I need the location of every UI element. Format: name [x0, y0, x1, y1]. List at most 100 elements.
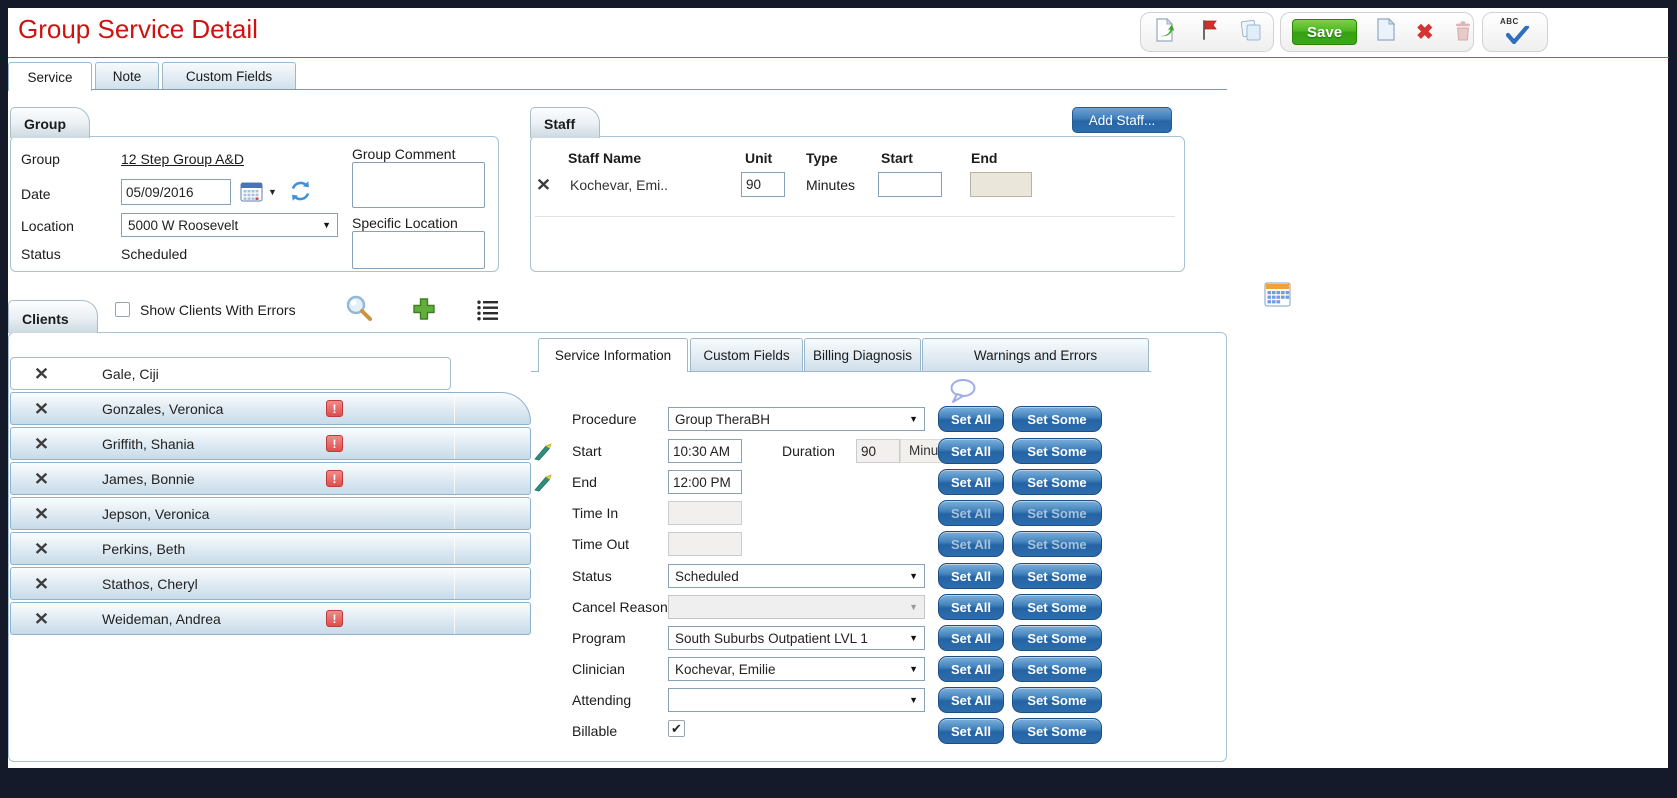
- set-all-clinician-button[interactable]: Set All: [938, 656, 1004, 682]
- tab-custom-fields[interactable]: Custom Fields: [162, 62, 296, 90]
- set-some-clinician-button[interactable]: Set Some: [1012, 656, 1102, 682]
- date-label: Date: [21, 186, 51, 202]
- billable-label: Billable: [572, 723, 617, 739]
- client-name: James, Bonnie: [102, 471, 195, 487]
- duration-label: Duration: [782, 443, 835, 459]
- set-all-billable-button[interactable]: Set All: [938, 718, 1004, 744]
- specific-location-textarea[interactable]: [352, 231, 485, 269]
- client-row[interactable]: ✕ Jepson, Veronica !: [10, 497, 531, 530]
- comment-bubble-icon[interactable]: [948, 378, 978, 410]
- set-all-attending-button[interactable]: Set All: [938, 687, 1004, 713]
- start-time-input[interactable]: [668, 439, 742, 463]
- staff-start-input[interactable]: [878, 172, 942, 197]
- tab-warnings-and-errors[interactable]: Warnings and Errors: [922, 338, 1149, 371]
- staff-name: Kochevar, Emi..: [570, 177, 668, 193]
- remove-client-icon[interactable]: ✕: [34, 610, 49, 627]
- remove-client-icon[interactable]: ✕: [34, 470, 49, 487]
- group-name-link[interactable]: 12 Step Group A&D: [121, 151, 244, 167]
- remove-client-icon[interactable]: ✕: [34, 540, 49, 557]
- program-select[interactable]: South Suburbs Outpatient LVL 1 ▼: [668, 626, 925, 650]
- location-label: Location: [21, 218, 74, 234]
- time-in-label: Time In: [572, 505, 618, 521]
- set-all-end-button[interactable]: Set All: [938, 469, 1004, 495]
- tab-service-information[interactable]: Service Information: [538, 338, 688, 372]
- client-row[interactable]: ✕ Gale, Ciji !: [10, 357, 451, 390]
- staff-row-divider: [535, 216, 1175, 217]
- client-name: Perkins, Beth: [102, 541, 185, 557]
- save-button[interactable]: Save: [1292, 19, 1357, 45]
- error-icon: !: [326, 435, 343, 452]
- set-some-billable-button[interactable]: Set Some: [1012, 718, 1102, 744]
- client-row[interactable]: ✕ Perkins, Beth !: [10, 532, 531, 565]
- staff-unit-input[interactable]: [741, 172, 785, 197]
- set-some-start-button[interactable]: Set Some: [1012, 438, 1102, 464]
- time-out-label: Time Out: [572, 536, 629, 552]
- grid-calendar-icon[interactable]: [1264, 282, 1291, 312]
- set-some-status-button[interactable]: Set Some: [1012, 563, 1102, 589]
- client-row[interactable]: ✕ Griffith, Shania !: [10, 427, 531, 460]
- error-icon: !: [326, 470, 343, 487]
- chevron-down-icon: ▼: [909, 664, 918, 674]
- remove-client-icon[interactable]: ✕: [34, 365, 49, 382]
- client-name: Gale, Ciji: [102, 366, 159, 382]
- show-errors-checkbox[interactable]: ✔: [115, 302, 130, 317]
- procedure-label: Procedure: [572, 411, 637, 427]
- client-name: Weideman, Andrea: [102, 611, 221, 627]
- set-all-program-button[interactable]: Set All: [938, 625, 1004, 651]
- client-row[interactable]: ✕ Stathos, Cheryl !: [10, 567, 531, 600]
- remove-client-icon[interactable]: ✕: [34, 575, 49, 592]
- red-flag-icon[interactable]: [1196, 17, 1220, 48]
- clinician-select[interactable]: Kochevar, Emilie ▼: [668, 657, 925, 681]
- error-icon: !: [326, 610, 343, 627]
- tab-service[interactable]: Service: [8, 62, 92, 91]
- list-icon[interactable]: [475, 298, 501, 327]
- set-all-status-button[interactable]: Set All: [938, 563, 1004, 589]
- remove-client-icon[interactable]: ✕: [34, 505, 49, 522]
- set-all-cancel-reason-button[interactable]: Set All: [938, 594, 1004, 620]
- client-row[interactable]: ✕ Weideman, Andrea !: [10, 602, 531, 635]
- end-time-input[interactable]: [668, 470, 742, 494]
- attending-select[interactable]: ▼: [668, 688, 925, 712]
- calendar-icon[interactable]: [240, 181, 263, 207]
- status-select[interactable]: Scheduled ▼: [668, 564, 925, 588]
- spell-check-icon[interactable]: ABC: [1498, 17, 1532, 47]
- set-some-cancel-reason-button[interactable]: Set Some: [1012, 594, 1102, 620]
- toolbar-group-actions: Save ✖: [1280, 12, 1474, 52]
- group-comment-textarea[interactable]: [352, 162, 485, 208]
- refresh-icon[interactable]: [288, 179, 313, 208]
- status-value: Scheduled: [121, 246, 187, 262]
- date-input[interactable]: [121, 179, 231, 205]
- export-document-icon[interactable]: [1152, 17, 1178, 48]
- client-row[interactable]: ✕ Gonzales, Veronica !: [10, 392, 531, 425]
- tab-note[interactable]: Note: [95, 62, 159, 90]
- set-some-procedure-button[interactable]: Set Some: [1012, 406, 1102, 432]
- client-row[interactable]: ✕ James, Bonnie !: [10, 462, 531, 495]
- remove-client-icon[interactable]: ✕: [34, 435, 49, 452]
- staff-col-end: End: [971, 150, 997, 166]
- tab-detail-custom-fields[interactable]: Custom Fields: [690, 338, 803, 371]
- tabstrip-divider: [8, 89, 1227, 90]
- remove-staff-icon[interactable]: ✕: [536, 176, 551, 193]
- set-some-end-button[interactable]: Set Some: [1012, 469, 1102, 495]
- attending-label: Attending: [572, 692, 631, 708]
- set-some-attending-button[interactable]: Set Some: [1012, 687, 1102, 713]
- copy-icon[interactable]: [1238, 17, 1264, 48]
- remove-client-icon[interactable]: ✕: [34, 400, 49, 417]
- close-icon[interactable]: ✖: [1416, 22, 1434, 43]
- chevron-down-icon[interactable]: ▼: [268, 187, 277, 197]
- check-icon: ✔: [671, 721, 682, 737]
- time-out-input: [668, 532, 742, 556]
- client-name: Jepson, Veronica: [102, 506, 209, 522]
- tab-billing-diagnosis[interactable]: Billing Diagnosis: [804, 338, 921, 371]
- set-some-program-button[interactable]: Set Some: [1012, 625, 1102, 651]
- new-document-icon[interactable]: [1375, 17, 1398, 47]
- add-staff-button[interactable]: Add Staff...: [1072, 107, 1172, 133]
- location-select[interactable]: 5000 W Roosevelt ▼: [121, 213, 338, 237]
- window-frame-top: [0, 0, 1677, 8]
- add-client-icon[interactable]: [411, 296, 437, 327]
- search-icon[interactable]: [344, 293, 374, 328]
- billable-checkbox[interactable]: ✔: [668, 720, 685, 737]
- set-all-start-button[interactable]: Set All: [938, 438, 1004, 464]
- clinician-label: Clinician: [572, 661, 625, 677]
- procedure-select[interactable]: Group TheraBH ▼: [668, 407, 925, 431]
